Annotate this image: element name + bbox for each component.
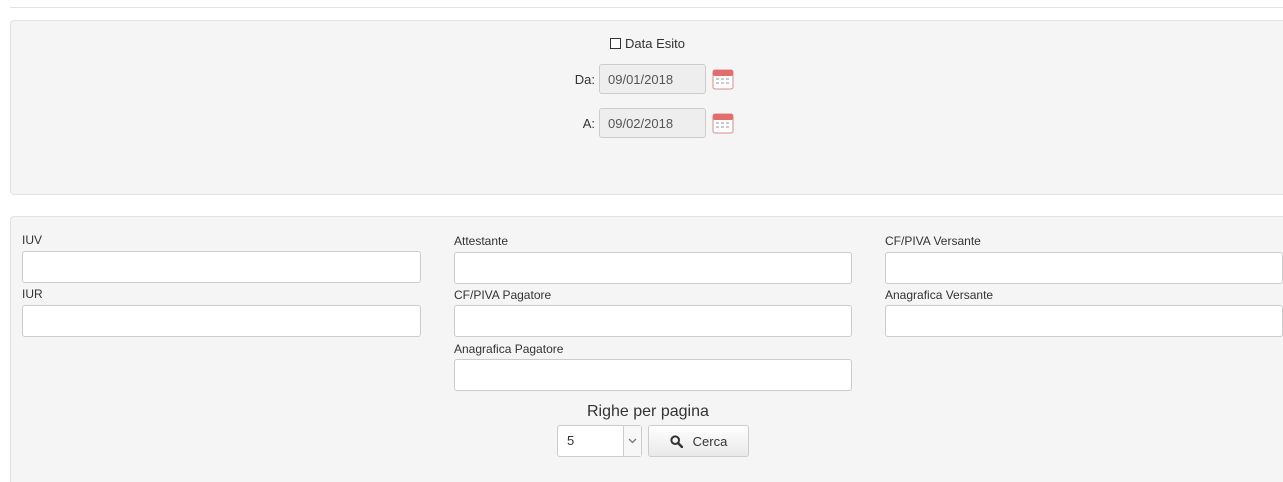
cf-piva-versante-label: CF/PIVA Versante [885, 234, 981, 248]
chevron-down-icon[interactable] [623, 426, 641, 456]
rows-per-page-select[interactable]: 5 [557, 425, 642, 457]
date-from-row: Da: [565, 64, 734, 94]
anagrafica-pagatore-label: Anagrafica Pagatore [454, 342, 564, 356]
attestante-label: Attestante [454, 234, 509, 248]
iuv-input[interactable] [22, 251, 421, 283]
calendar-icon[interactable] [712, 68, 734, 90]
data-esito-checkbox[interactable] [610, 38, 621, 49]
search-icon [670, 434, 683, 448]
search-button[interactable]: Cerca [648, 425, 749, 457]
iur-label: IUR [22, 287, 43, 301]
rows-per-page-value: 5 [567, 433, 575, 448]
cf-piva-pagatore-input[interactable] [454, 305, 852, 337]
rows-per-page-label: Righe per pagina [587, 403, 709, 420]
calendar-icon[interactable] [712, 112, 734, 134]
top-divider [10, 7, 1283, 8]
data-esito-checkbox-row[interactable]: Data Esito [610, 36, 685, 51]
data-esito-label: Data Esito [625, 36, 685, 51]
date-from-label: Da: [574, 71, 595, 87]
date-from-input[interactable] [599, 64, 706, 94]
iuv-label: IUV [22, 233, 43, 247]
anagrafica-versante-input[interactable] [885, 305, 1283, 337]
anagrafica-pagatore-input[interactable] [454, 359, 852, 391]
anagrafica-versante-label: Anagrafica Versante [885, 288, 994, 302]
date-to-row: A: [565, 108, 734, 138]
date-to-label: A: [582, 115, 595, 131]
date-to-input[interactable] [599, 108, 706, 138]
search-button-label: Cerca [692, 433, 728, 449]
cf-piva-versante-input[interactable] [885, 252, 1283, 284]
cf-piva-pagatore-label: CF/PIVA Pagatore [454, 288, 552, 302]
iur-input[interactable] [22, 305, 421, 337]
attestante-input[interactable] [454, 252, 852, 284]
